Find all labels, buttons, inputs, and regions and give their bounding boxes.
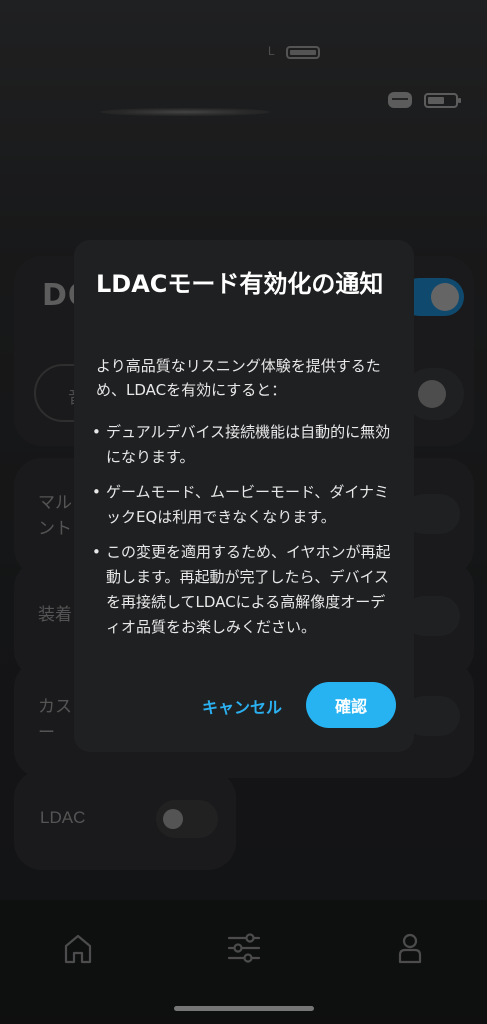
bullet-text: デュアルデバイス接続機能は自動的に無効になります。 — [106, 423, 391, 466]
list-item: • この変更を適用するため、イヤホンが再起動します。再起動が完了したら、デバイスを… — [92, 543, 391, 636]
bullet-text: この変更を適用するため、イヤホンが再起動します。再起動が完了したら、デバイスを再… — [106, 543, 391, 636]
dialog-bullet-list: • デュアルデバイス接続機能は自動的に無効になります。 • ゲームモード、ムービーモ… — [92, 420, 398, 650]
list-item: • ゲームモード、ムービーモード、ダイナミックEQは利用できなくなります。 — [92, 483, 390, 526]
bullet-text: ゲームモード、ムービーモード、ダイナミックEQは利用できなくなります。 — [106, 483, 390, 526]
dialog-intro: より高品質なリスニング体験を提供するため、LDACを有効にすると： — [96, 357, 381, 399]
list-item: • デュアルデバイス接続機能は自動的に無効になります。 — [92, 423, 391, 466]
cancel-button[interactable]: キャンセル — [192, 684, 292, 728]
confirm-button[interactable]: 確認 — [306, 682, 396, 728]
dialog-title: LDACモード有効化の通知 — [96, 270, 384, 298]
ldac-dialog: LDACモード有効化の通知 より高品質なリスニング体験を提供するため、LDACを… — [74, 240, 414, 752]
